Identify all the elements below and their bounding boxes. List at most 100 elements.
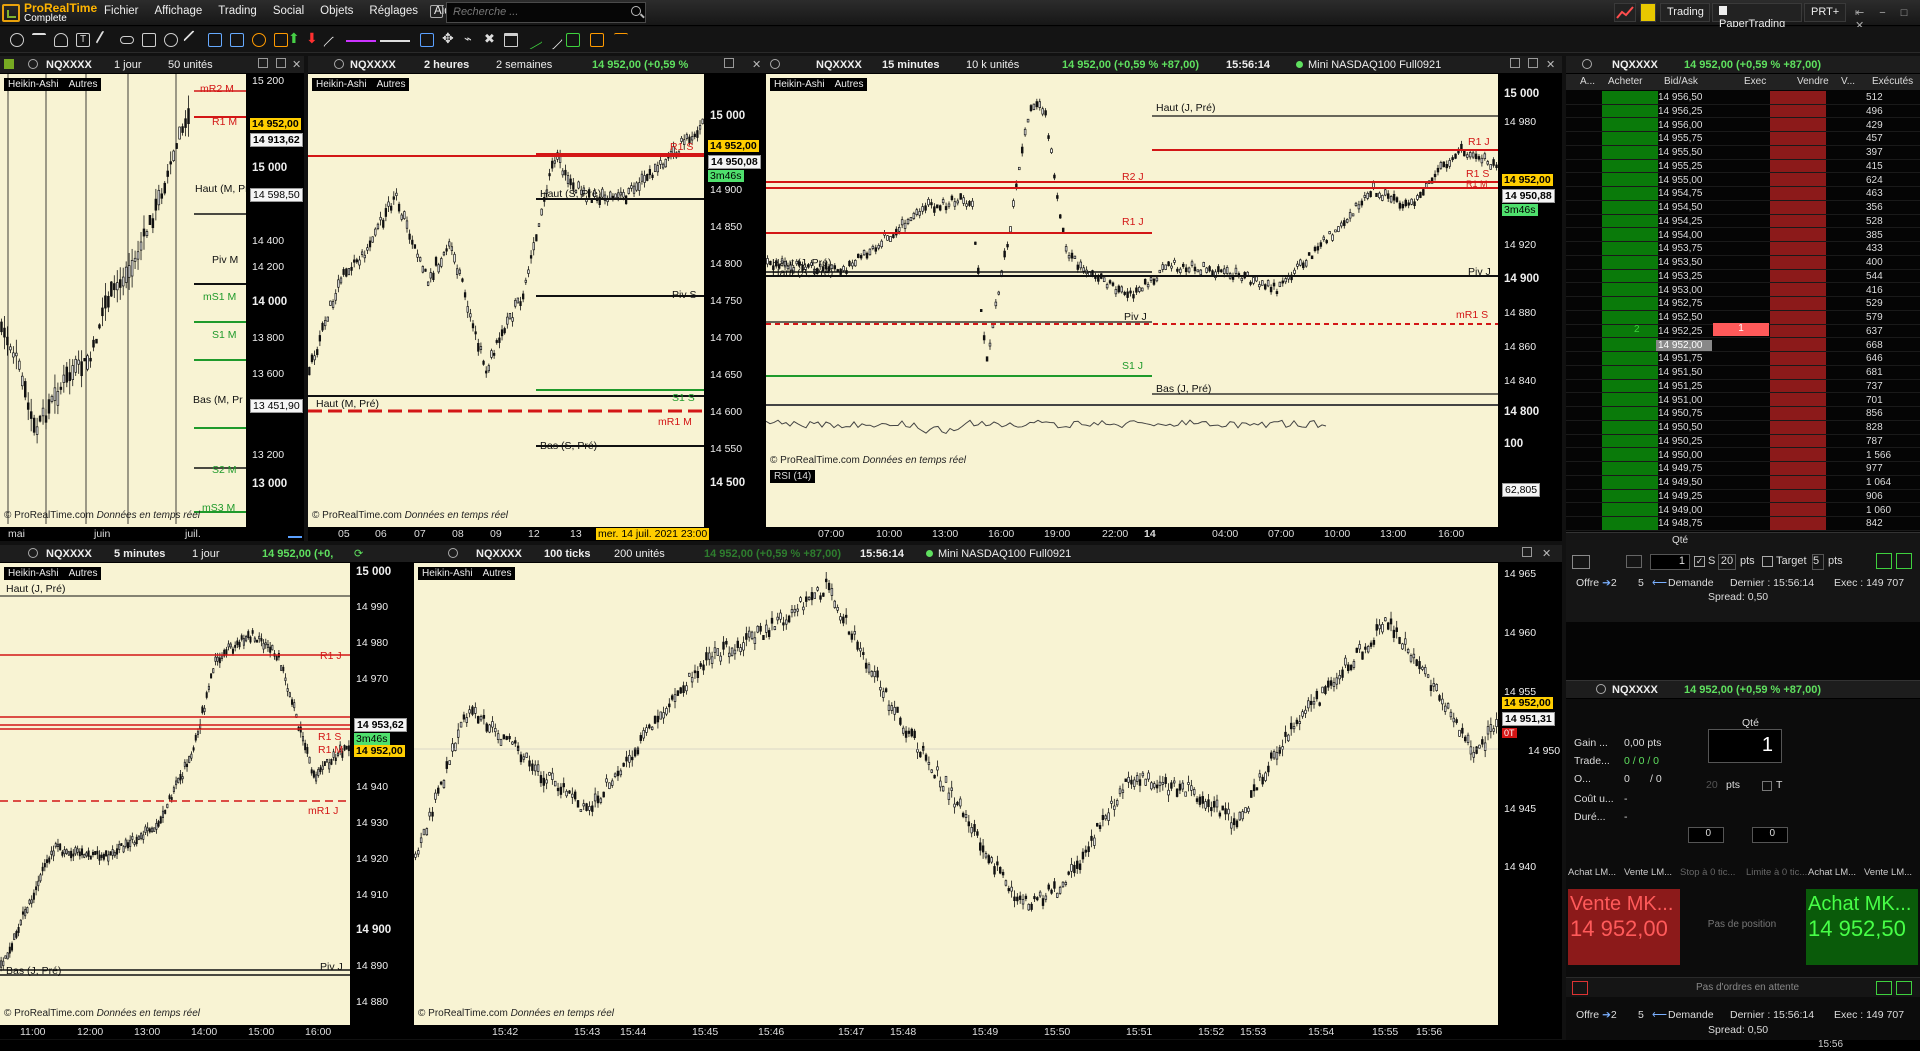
gann-icon[interactable] [274,33,288,47]
target-checkbox[interactable] [1762,556,1773,567]
symbol-selector[interactable]: NQXXXX [816,59,862,71]
link-icon[interactable] [770,59,780,69]
target-input[interactable]: 5 [1812,554,1824,570]
col-acheter[interactable]: Acheter [1608,76,1642,87]
period-selector[interactable]: 5 minutes [114,548,165,560]
tab-stop[interactable]: Stop à 0 tic... [1680,867,1735,878]
dom-row[interactable]: 14 955,75 457 [1566,132,1920,146]
dom-row[interactable]: 14 953,50 400 [1566,256,1920,270]
grid-icon[interactable] [230,33,244,47]
minimize-icon[interactable] [258,58,268,68]
cursor-icon[interactable] [32,33,46,47]
app-logo[interactable]: ProRealTime Complete [2,1,97,25]
dom-row[interactable]: 14 950,75 856 [1566,407,1920,421]
time-axis[interactable]: mai juin juil. [0,527,246,541]
units-selector[interactable]: 50 unités [168,59,213,71]
dom-row[interactable]: 14 956,00 429 [1566,119,1920,133]
rsi-label[interactable]: RSI (14) [770,470,816,483]
units-selector[interactable]: 10 k unités [966,59,1019,71]
style-label[interactable]: Heikin-Ashi Autres [4,567,102,580]
pts-input[interactable]: 20 [1718,554,1736,570]
dom-row[interactable]: 14 952,00 668 [1566,339,1920,353]
dom-row[interactable]: 14 952,75 529 [1566,297,1920,311]
chart-green-icon[interactable] [1876,981,1892,995]
buy-market-button[interactable]: Achat MK... 14 952,50 [1806,889,1918,965]
grid-red-icon[interactable] [1572,981,1588,995]
dom-row[interactable]: 14 951,50 681 [1566,366,1920,380]
col-v[interactable]: V... [1841,76,1855,87]
pencil-icon[interactable] [95,30,115,50]
t-checkbox[interactable] [1762,781,1772,791]
price-axis[interactable]: 15 000 14 980 14 920 14 900 14 880 14 86… [1498,74,1562,541]
scroll-handle-icon[interactable] [288,526,302,538]
search-input[interactable]: Recherche ... [446,2,646,23]
menu-affichage[interactable]: Affichage [147,5,211,17]
chart-5min[interactable]: NQXXXX 5 minutes 1 jour 14 952,00 (+0, ⟳… [0,545,414,1039]
ellipse-icon[interactable] [164,33,178,47]
dom-row[interactable]: 14 949,75 977 [1566,462,1920,476]
time-axis[interactable]: 11:00 12:00 13:00 14:00 15:00 16:00 [0,1025,350,1039]
link-icon[interactable] [1596,684,1606,694]
limit-input[interactable]: 0 [1752,827,1788,843]
text-tool-icon[interactable]: T [76,33,90,47]
link-icon[interactable] [120,36,134,44]
style-label[interactable]: Heikin-Ashi Autres [418,567,516,580]
col-bid-ask[interactable]: Bid/Ask [1664,76,1698,87]
buy-arrow-icon[interactable]: ⬆ [288,31,302,47]
units-selector[interactable]: 200 unités [614,548,665,560]
units-selector[interactable]: 1 jour [192,548,220,560]
col-executes[interactable]: Exécutés [1872,76,1913,87]
triangle-icon[interactable] [523,30,543,50]
maximize-icon[interactable] [276,58,286,68]
panel-lock-icon[interactable] [4,59,14,69]
magnet-icon[interactable]: ⌁ [464,32,478,47]
dom-row[interactable]: 14 955,50 397 [1566,146,1920,160]
tab-vente-lm[interactable]: Vente LM... [1624,867,1672,878]
chart-green-icon-2[interactable] [1896,553,1912,569]
trading-button[interactable]: Trading [1660,3,1710,22]
dom-row[interactable]: 14 954,00 385 [1566,229,1920,243]
link-icon[interactable] [334,59,344,69]
tab-achat-lm-2[interactable]: Achat LM... [1808,867,1856,878]
link-icon[interactable] [28,548,38,558]
arrow-tool-icon[interactable] [614,33,628,47]
stop-input[interactable]: 0 [1688,827,1724,843]
symbol-selector[interactable]: NQXXXX [350,59,396,71]
period-selector[interactable]: 2 heures [424,59,469,71]
time-axis[interactable]: 07:00 10:00 13:00 16:00 19:00 22:00 14 0… [766,527,1498,541]
brush-icon[interactable] [183,30,203,50]
chart-tool-icon[interactable] [1614,3,1636,22]
link-icon[interactable] [448,548,458,558]
tab-vente-lm-2[interactable]: Vente LM... [1864,867,1912,878]
dom-row[interactable]: 14 951,00 701 [1566,394,1920,408]
qty-input[interactable]: 1 [1650,554,1690,570]
col-a[interactable]: A... [1580,76,1595,87]
symbol-selector[interactable]: NQXXXX [46,59,92,71]
period-selector[interactable]: 100 ticks [544,548,590,560]
fibonacci-icon[interactable] [208,33,222,47]
symbol-selector[interactable]: NQXXXX [46,548,92,560]
dom-row[interactable]: 14 954,75 463 [1566,187,1920,201]
col-vendre[interactable]: Vendre [1797,76,1829,87]
search-icon[interactable] [631,6,641,16]
dom-row[interactable]: 14 956,50 512 [1566,91,1920,105]
dom-row[interactable]: 14 951,75 646 [1566,352,1920,366]
chart-green-icon[interactable] [1876,553,1892,569]
order-pts-input[interactable]: 20 [1706,779,1718,791]
bell-icon[interactable] [54,33,68,47]
pattern-icon[interactable] [566,33,580,47]
style-label[interactable]: Heikin-Ashi Autres [312,78,410,91]
menu-trading[interactable]: Trading [210,5,265,17]
dom-row[interactable]: 14 950,50 828 [1566,421,1920,435]
ray-icon[interactable] [543,30,563,50]
tab-achat-lm[interactable]: Achat LM... [1568,867,1616,878]
wave-icon[interactable] [590,33,604,47]
link-icon[interactable] [28,59,38,69]
symbol-selector[interactable]: NQXXXX [476,548,522,560]
papertrading-button[interactable]: PaperTrading [1712,3,1802,30]
dom-row[interactable]: 14 955,25 415 [1566,160,1920,174]
hline-icon[interactable] [380,40,410,42]
flag-icon[interactable] [1640,3,1656,22]
move-icon[interactable]: ✥ [442,31,456,47]
style-label[interactable]: Heikin-Ashi Autres [4,78,102,91]
